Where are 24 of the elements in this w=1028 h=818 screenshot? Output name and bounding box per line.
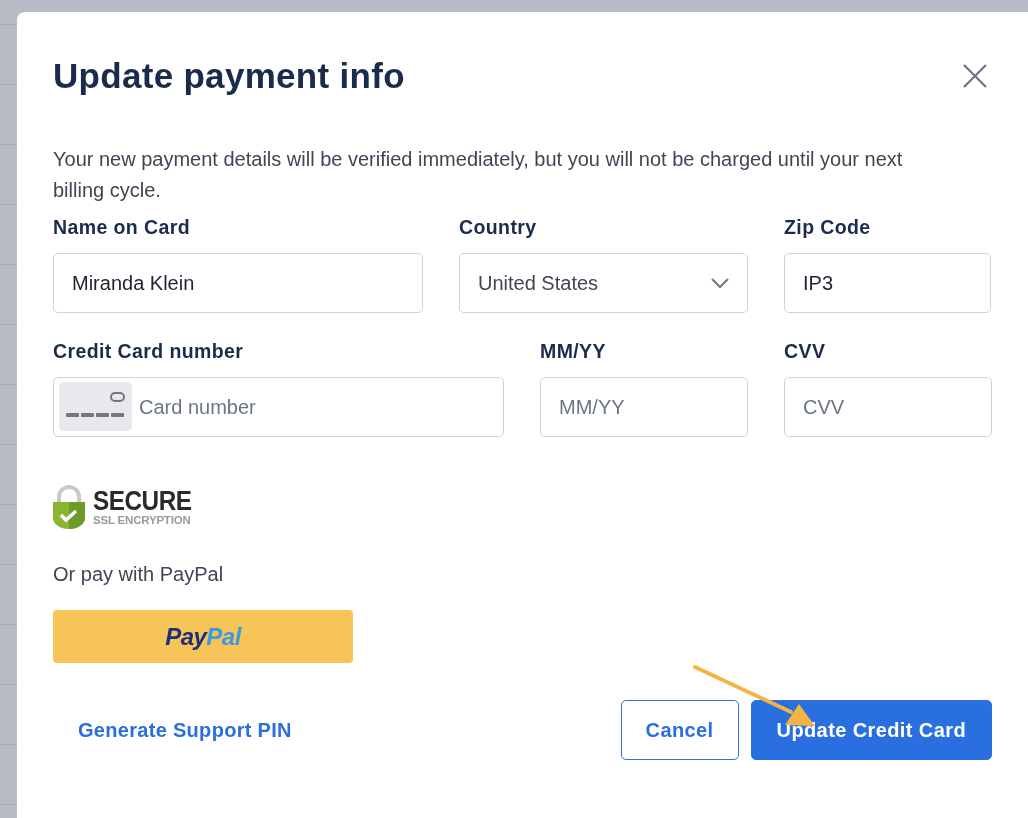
ssl-encryption-label: SSL ENCRYPTION (93, 514, 192, 526)
text-field[interactable]: CVV (784, 377, 992, 437)
dialog-title: Update payment info (53, 56, 405, 96)
text-field[interactable]: MM/YY (540, 377, 748, 437)
field-label: CVV (784, 340, 827, 363)
credit-card-icon (59, 382, 132, 431)
field-label: Zip Code (784, 216, 872, 239)
description-text: Your new payment details will be verified immediately, but you will not be charged until your next billing cycle. (53, 147, 904, 203)
text-field[interactable]: IP3 (784, 253, 991, 313)
secure-label: SECURE (93, 488, 192, 514)
field-label: Credit Card number (53, 340, 245, 363)
select-value: United States (478, 271, 600, 295)
paypal-button[interactable]: PayPal (53, 610, 353, 663)
chevron-down-icon (711, 278, 729, 288)
paypal-prompt: Or pay with PayPal (53, 563, 225, 586)
lock-icon (53, 485, 85, 529)
field-label: Country (459, 216, 538, 239)
support-pin-link[interactable]: Generate Support PIN (53, 718, 317, 742)
field-label: MM/YY (540, 340, 607, 363)
text-field[interactable]: Miranda Klein (53, 253, 423, 313)
cancel-button[interactable]: Cancel (620, 700, 739, 760)
update-button[interactable]: Update Credit Card (750, 700, 992, 760)
field-label: Name on Card (53, 216, 191, 239)
country-select[interactable]: United States (459, 253, 748, 313)
